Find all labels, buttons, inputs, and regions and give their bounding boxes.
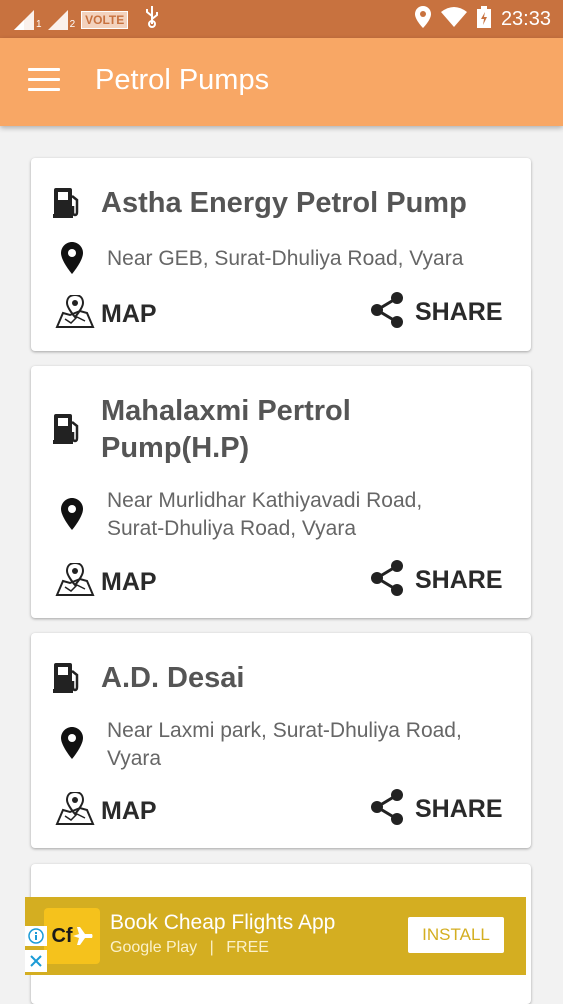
location-pin-icon [61, 727, 83, 759]
location-pin-icon [61, 242, 83, 274]
share-button[interactable]: SHARE [367, 558, 503, 603]
map-label: MAP [101, 796, 157, 825]
map-icon [55, 561, 95, 602]
ad-title: Book Cheap Flights App [110, 911, 336, 934]
usb-icon [144, 6, 160, 33]
clock: 23:33 [500, 8, 551, 30]
sim2-label: 2 [69, 18, 76, 30]
map-icon [55, 790, 95, 831]
signal-icon: 1 [14, 9, 42, 30]
close-icon[interactable] [25, 950, 47, 972]
pump-address-line2: Vyara [107, 747, 162, 770]
share-button[interactable]: SHARE [367, 787, 503, 832]
map-icon [55, 293, 95, 334]
fuel-pump-icon [53, 186, 81, 218]
signal-icon: 2 [47, 9, 76, 30]
hamburger-menu-icon[interactable] [28, 68, 60, 94]
map-button[interactable]: MAP [55, 561, 157, 602]
sim1-label: 1 [36, 18, 42, 30]
map-button[interactable]: MAP [55, 293, 157, 334]
install-button[interactable]: INSTALL [408, 917, 504, 953]
ad-price: FREE [226, 939, 269, 956]
app-bar: Petrol Pumps [0, 38, 563, 126]
pump-address-line2: Surat-Dhuliya Road, Vyara [107, 517, 357, 540]
pump-address-line1: Near Murlidhar Kathiyavadi Road, [107, 489, 423, 512]
pump-name: A.D. Desai [101, 662, 245, 694]
fuel-pump-icon [53, 661, 81, 693]
share-icon [367, 558, 407, 603]
ad-banner[interactable]: Cf Book Cheap Flights App Google Play | … [25, 897, 526, 975]
pump-card[interactable]: A.D. Desai Near Laxmi park, Surat-Dhuliy… [31, 633, 531, 848]
pump-name-line2: Pump(H.P) [101, 432, 250, 464]
pump-card[interactable]: Astha Energy Petrol Pump Near GEB, Surat… [31, 158, 531, 351]
share-icon [367, 787, 407, 832]
info-icon[interactable] [25, 926, 47, 946]
ad-logo-text: Cf [51, 924, 73, 947]
share-label: SHARE [415, 565, 503, 594]
fuel-pump-icon [53, 412, 81, 444]
battery-icon [476, 6, 491, 33]
pump-name: Astha Energy Petrol Pump [101, 187, 467, 219]
share-label: SHARE [415, 297, 503, 326]
map-label: MAP [101, 567, 157, 596]
ad-separator: | [209, 939, 214, 956]
volte-badge: VOLTE [81, 10, 129, 29]
pump-name-line1: Mahalaxmi Pertrol [101, 395, 351, 427]
pump-address: Near GEB, Surat-Dhuliya Road, Vyara [107, 247, 464, 270]
ad-app-logo: Cf [44, 908, 100, 964]
map-button[interactable]: MAP [55, 790, 157, 831]
share-button[interactable]: SHARE [367, 290, 503, 335]
ad-subtitle: Google Play | FREE [110, 939, 269, 957]
share-label: SHARE [415, 794, 503, 823]
ad-store: Google Play [110, 939, 198, 956]
location-icon [414, 6, 431, 33]
pump-card[interactable]: Mahalaxmi Pertrol Pump(H.P) Near Murlidh… [31, 366, 531, 618]
airplane-icon [72, 927, 93, 945]
location-pin-icon [61, 498, 83, 530]
map-label: MAP [101, 299, 157, 328]
pump-address-line1: Near Laxmi park, Surat-Dhuliya Road, [107, 719, 462, 742]
status-bar: 1 2 VOLTE 23:33 [0, 0, 563, 38]
page-title: Petrol Pumps [95, 64, 270, 96]
wifi-icon [440, 7, 467, 32]
share-icon [367, 290, 407, 335]
